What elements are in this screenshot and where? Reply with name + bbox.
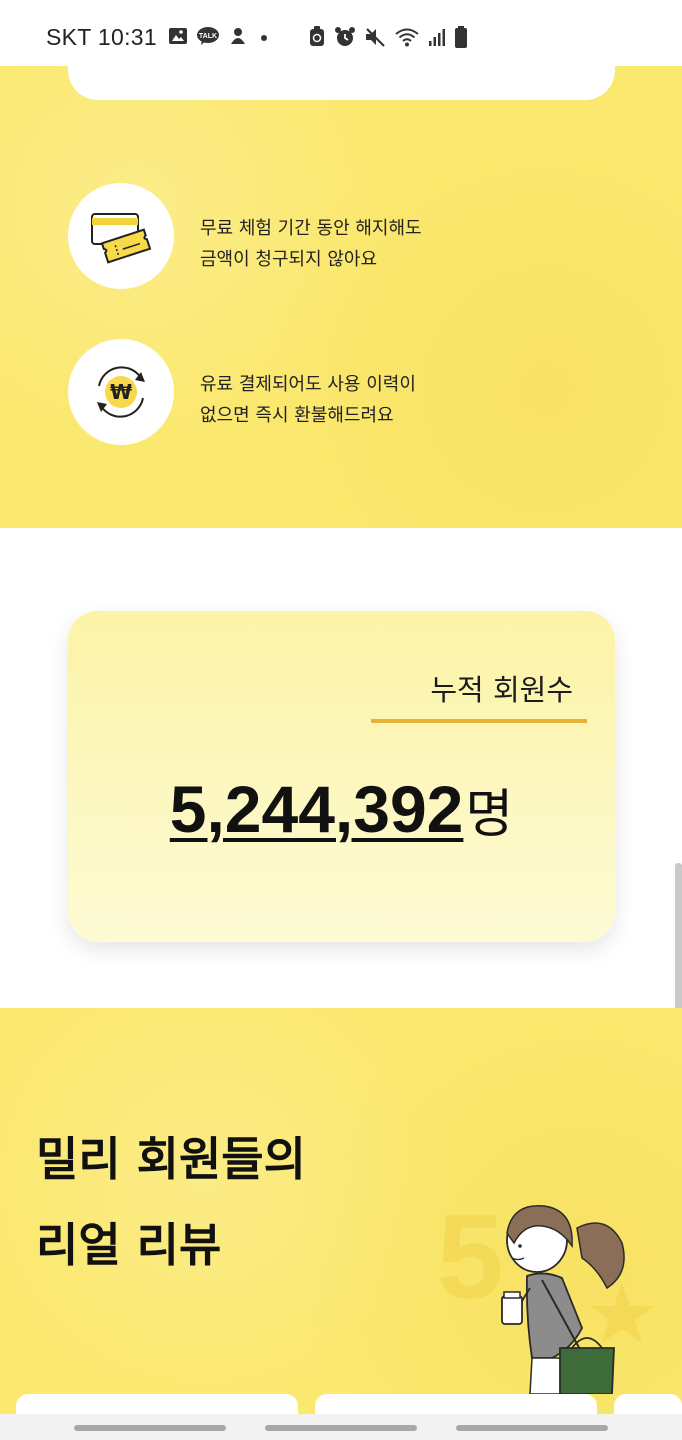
member-count-value: 5,244,392명 [68, 771, 615, 847]
benefit-line-1: 무료 체험 기간 동안 해지해도 [200, 218, 422, 239]
member-count-unit: 명 [465, 785, 514, 845]
reviews-title: 밀리 회원들의 리얼 리뷰 [36, 1116, 306, 1288]
reviews-title-line-1: 밀리 회원들의 [36, 1132, 306, 1186]
refund-won-icon: ₩ [97, 366, 145, 418]
carrier-time: SKT 10:31 [46, 24, 157, 50]
benefit-text: 무료 체험 기간 동안 해지해도 금액이 청구되지 않아요 [200, 213, 422, 275]
mute-icon [366, 28, 385, 47]
member-count-label: 누적 회원수 [430, 673, 573, 707]
system-icons [308, 26, 468, 48]
reviews-section: 밀리 회원들의 리얼 리뷰 5 [0, 1008, 682, 1440]
notification-icon [231, 28, 245, 44]
dot-icon [261, 35, 267, 41]
top-card-bottom-edge [68, 66, 615, 100]
benefits-section: 무료 체험 기간 동안 해지해도 금액이 청구되지 않아요 ₩ 유료 결제되어도… [0, 66, 682, 528]
ticket-card-icon [91, 213, 152, 264]
nav-home-button[interactable] [265, 1425, 417, 1431]
image-icon [169, 28, 187, 44]
nav-recent-button[interactable] [74, 1425, 226, 1431]
navigation-bar [0, 1414, 682, 1440]
nav-back-button[interactable] [456, 1425, 608, 1431]
svg-text:TALK: TALK [199, 33, 217, 40]
member-count-underline [371, 719, 587, 723]
recycle-icon [310, 26, 324, 46]
notification-icons: TALK [168, 26, 272, 46]
kakaotalk-icon: TALK [197, 27, 219, 45]
signal-icon [429, 29, 445, 46]
benefit-line-2: 금액이 청구되지 않아요 [200, 249, 378, 270]
member-count-number: 5,244,392 [169, 772, 464, 846]
svg-text:₩: ₩ [110, 380, 132, 404]
benefit-icon-circle [68, 183, 174, 289]
benefit-line-1: 유료 결제되어도 사용 이력이 [200, 374, 416, 395]
battery-icon [455, 26, 467, 48]
svg-text:5: 5 [437, 1190, 504, 1324]
status-bar: SKT 10:31 TALK [0, 0, 682, 66]
reviews-title-line-2: 리얼 리뷰 [36, 1218, 222, 1272]
member-count-card: 누적 회원수 5,244,392명 [68, 611, 615, 942]
benefit-item-free-trial: 무료 체험 기간 동안 해지해도 금액이 청구되지 않아요 [68, 183, 628, 289]
reader-girl-illustration: 5 [437, 1190, 654, 1394]
benefit-line-2: 없으면 즉시 환불해드려요 [200, 405, 394, 426]
benefit-icon-circle: ₩ [68, 339, 174, 445]
alarm-icon [335, 27, 355, 46]
benefit-text: 유료 결제되어도 사용 이력이 없으면 즉시 환불해드려요 [200, 369, 416, 431]
wifi-icon [395, 28, 419, 47]
benefit-item-refund: ₩ 유료 결제되어도 사용 이력이 없으면 즉시 환불해드려요 [68, 339, 628, 445]
